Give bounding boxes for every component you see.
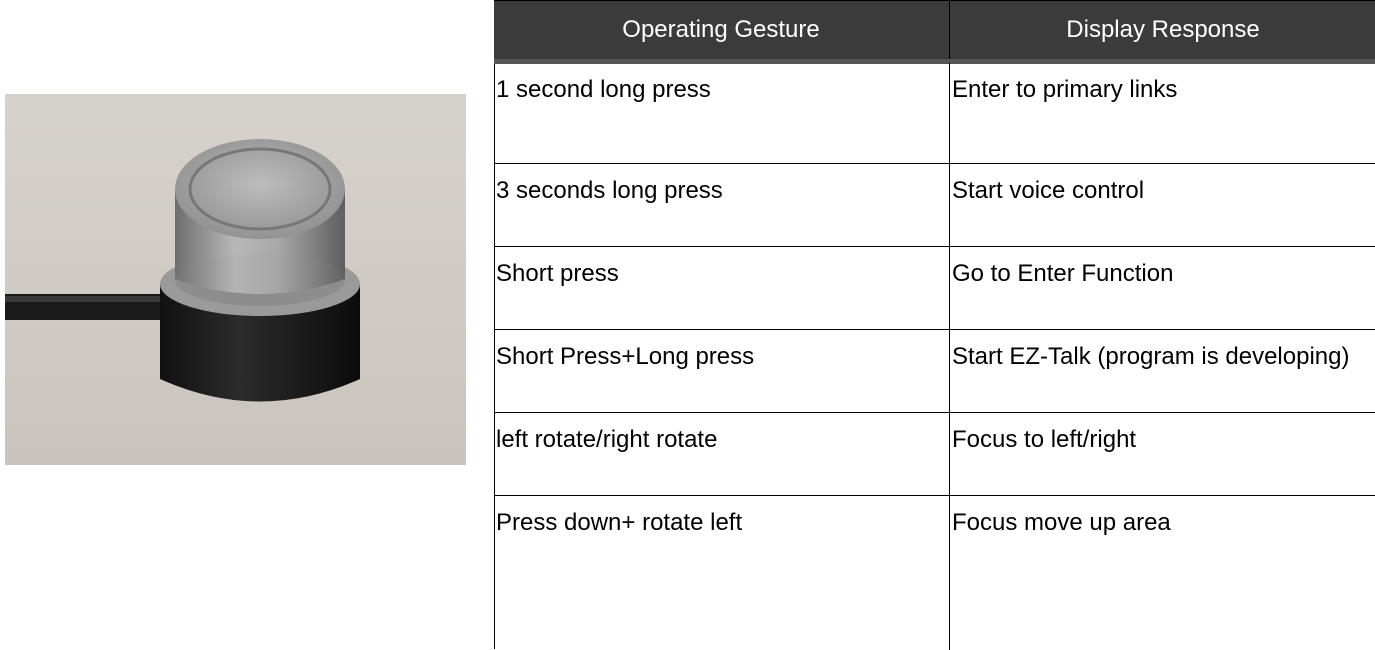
gesture-cell: 1 second long press xyxy=(496,76,711,103)
response-cell: Enter to primary links xyxy=(949,63,1375,163)
table-row: 3 seconds long press Start voice control xyxy=(494,163,1375,247)
gesture-cell: Short Press+Long press xyxy=(496,343,755,370)
knob-controller-image xyxy=(5,139,360,402)
response-cell: Start voice control xyxy=(949,164,1375,247)
table-row: Short Press+Long press Start EZ-Talk (pr… xyxy=(494,329,1375,413)
photo-cell xyxy=(5,0,495,649)
gesture-cell: 3 seconds long press xyxy=(496,177,723,204)
gesture-cell: Short press xyxy=(496,260,619,287)
table-row: 1 second long press Enter to primary lin… xyxy=(494,63,1375,163)
gesture-cell: left rotate/right rotate xyxy=(496,426,718,453)
gesture-table: Operating Gesture Display Response 1 sec… xyxy=(494,0,1375,650)
gesture-cell: Press down+ rotate left xyxy=(496,509,743,536)
response-cell: Start EZ-Talk (program is developing) xyxy=(949,330,1375,413)
header-operating-gesture: Operating Gesture xyxy=(622,16,820,43)
table-row: Press down+ rotate left Focus move up ar… xyxy=(494,495,1375,650)
knob-controller-photo xyxy=(5,94,466,465)
table-row: left rotate/right rotate Focus to left/r… xyxy=(494,412,1375,496)
response-cell: Go to Enter Function xyxy=(949,247,1375,330)
table-row: Short press Go to Enter Function xyxy=(494,246,1375,330)
header-display-response: Display Response xyxy=(949,1,1375,59)
document-page: Operating Gesture Display Response 1 sec… xyxy=(0,0,1375,650)
table-header: Operating Gesture Display Response xyxy=(494,0,1375,64)
response-cell: Focus to left/right xyxy=(949,413,1375,496)
response-cell: Focus move up area xyxy=(949,496,1375,650)
